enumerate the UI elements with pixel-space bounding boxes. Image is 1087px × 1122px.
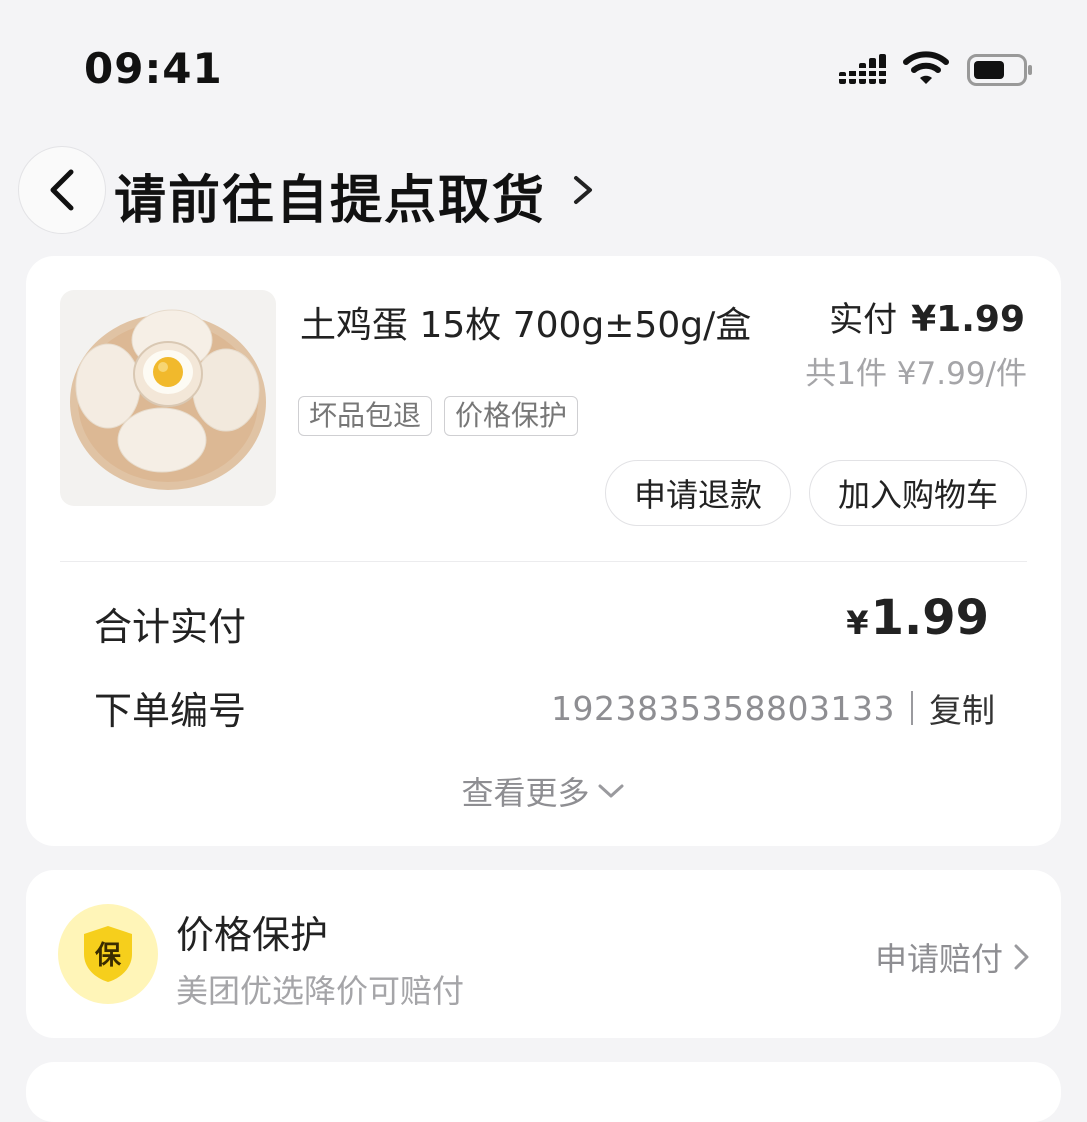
battery-icon [967, 54, 1032, 86]
price-protection-card[interactable]: 保 价格保护 美团优选降价可赔付 申请赔付 [26, 870, 1061, 1038]
tag-price-protection: 价格保护 [444, 396, 579, 436]
price-protection-title: 价格保护 [176, 913, 329, 957]
shield-icon: 保 [84, 926, 132, 982]
product-name[interactable]: 土鸡蛋 15枚 700g±50g/盒 [300, 296, 751, 348]
order-card: 土鸡蛋 15枚 700g±50g/盒 实付 ¥1.99 共1件 ¥7.99/件 坏… [26, 256, 1061, 846]
order-number: 1923835358803133 [551, 688, 895, 728]
total-value: ¥1.99 [846, 590, 989, 646]
claim-label: 申请赔付 [874, 940, 1003, 978]
status-bar: 09:41 [0, 0, 1087, 130]
status-time: 09:41 [84, 44, 223, 93]
refund-button[interactable]: 申请退款 [604, 460, 791, 526]
eggs-image [70, 309, 266, 490]
claim-button[interactable]: 申请赔付 [875, 934, 1031, 980]
total-amount: 1.99 [870, 590, 989, 646]
chevron-left-icon [50, 169, 74, 211]
service-tags: 坏品包退 价格保护 [298, 396, 579, 436]
paid-amount: ¥1.99 [911, 299, 1025, 340]
paid-label: 实付 [829, 300, 898, 340]
chevron-down-icon [598, 784, 623, 798]
total-currency: ¥ [846, 604, 869, 642]
shield-badge-text: 保 [94, 941, 122, 971]
price-protection-subtitle: 美团优选降价可赔付 [176, 972, 465, 1010]
total-label: 合计实付 [94, 605, 247, 649]
see-more-label: 查看更多 [461, 774, 590, 812]
shield-badge: 保 [58, 904, 158, 1004]
navigation-bar: 请前往自提点取货 [0, 140, 1087, 240]
unit-price-info: 共1件 ¥7.99/件 [805, 356, 1027, 392]
back-button[interactable] [18, 146, 106, 234]
see-more-button[interactable]: 查看更多 [26, 768, 1061, 814]
next-card [26, 1062, 1061, 1122]
product-image[interactable] [60, 290, 276, 506]
cellular-signal-icon [839, 54, 889, 84]
add-to-cart-button[interactable]: 加入购物车 [808, 460, 1027, 526]
tag-damage-refund: 坏品包退 [298, 396, 433, 436]
chevron-right-icon[interactable] [570, 170, 598, 210]
copy-button[interactable]: 复制 [929, 684, 995, 732]
divider [60, 561, 1027, 562]
paid-line: 实付 ¥1.99 [829, 292, 1025, 341]
separator [911, 691, 913, 725]
order-number-group: 1923835358803133 复制 [551, 684, 995, 732]
page-title[interactable]: 请前往自提点取货 [114, 158, 546, 233]
chevron-right-icon [1014, 944, 1029, 970]
wifi-icon [903, 51, 949, 84]
order-actions: 申请退款 加入购物车 [604, 460, 1027, 526]
order-number-label: 下单编号 [94, 689, 247, 733]
